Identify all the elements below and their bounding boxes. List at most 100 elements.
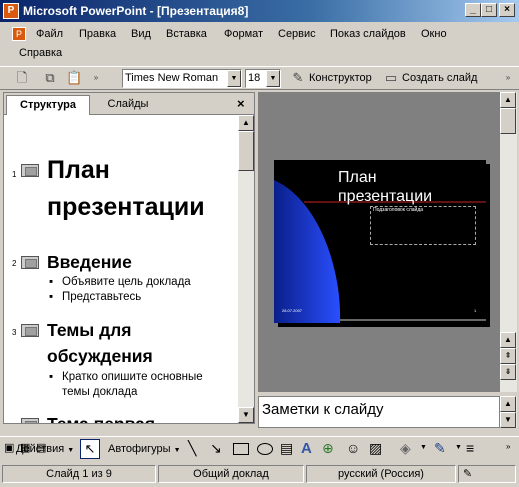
menu-view[interactable]: Вид xyxy=(131,28,151,40)
slide-scrollbar[interactable]: ▲ ▲ ⇞ ⇟ xyxy=(500,92,517,392)
insert-picture-icon[interactable]: ▨ xyxy=(369,440,382,457)
outline-bullet-continuation[interactable]: темы доклада xyxy=(62,386,137,398)
outline-title[interactable]: презентации xyxy=(47,193,205,222)
textbox-icon[interactable]: ▤ xyxy=(280,440,293,457)
menu-format[interactable]: Формат xyxy=(224,28,263,40)
menu-file[interactable]: Файл xyxy=(36,28,63,40)
scroll-down-icon[interactable]: ▼ xyxy=(238,407,254,423)
outline-title[interactable]: Темы для xyxy=(47,320,132,341)
more-buttons-icon[interactable]: » xyxy=(88,70,104,86)
slide-icon[interactable] xyxy=(21,324,39,337)
minimize-button[interactable]: _ xyxy=(465,3,481,17)
outline-pane: Структура Слайды × 1 План презентации 2 … xyxy=(3,92,255,424)
menu-bar: P Файл Правка Вид Вставка Формат Сервис … xyxy=(0,22,519,66)
toolbar: 🗋 ⧉ 📋 » Times New Roman ▼ 18 ▼ ✎ Констру… xyxy=(0,66,519,90)
status-bar: Слайд 1 из 9 Общий доклад русский (Росси… xyxy=(0,462,519,487)
wordart-icon[interactable]: A xyxy=(301,440,312,457)
status-language[interactable]: русский (Россия) xyxy=(306,465,456,483)
select-pointer-icon[interactable]: ↖ xyxy=(80,439,100,459)
close-button[interactable]: × xyxy=(499,3,515,17)
new-document-icon[interactable]: 🗋 xyxy=(14,70,30,86)
status-slide-number: Слайд 1 из 9 xyxy=(2,465,156,483)
new-slide-icon[interactable]: ▭ xyxy=(383,70,399,86)
designer-button[interactable]: Конструктор xyxy=(309,72,372,84)
slide-title[interactable]: План презентации xyxy=(338,168,432,206)
pane-tabs: Структура Слайды × xyxy=(4,93,254,115)
subtitle-placeholder-text: Подзаголовок слайда xyxy=(373,207,424,213)
notes-pane[interactable]: Заметки к слайду xyxy=(258,396,500,428)
scroll-up-icon[interactable]: ▲ xyxy=(500,92,516,108)
slide-gradient-shape xyxy=(274,180,341,323)
outline-scrollbar[interactable]: ▲ ▼ xyxy=(238,115,254,423)
spelling-status-icon[interactable]: ✎ xyxy=(458,465,516,483)
outline-title[interactable]: План xyxy=(47,156,110,185)
chevron-down-icon[interactable]: ▼ xyxy=(266,70,280,87)
slide-footer-number: 1 xyxy=(474,308,477,313)
designer-icon[interactable]: ✎ xyxy=(290,70,306,86)
menu-edit[interactable]: Правка xyxy=(79,28,116,40)
arrow-icon[interactable]: ↘ xyxy=(210,440,222,457)
slide-title-line: презентации xyxy=(338,188,433,205)
slide-icon[interactable] xyxy=(21,164,39,177)
scroll-down-icon[interactable]: ▼ xyxy=(500,412,516,428)
toolbar-options-icon[interactable]: » xyxy=(506,442,510,451)
new-slide-button[interactable]: Создать слайд xyxy=(402,72,477,84)
scroll-up-icon[interactable]: ▲ xyxy=(500,396,516,412)
slide-icon[interactable] xyxy=(21,418,39,423)
font-size-value: 18 xyxy=(248,72,261,84)
font-name-select[interactable]: Times New Roman ▼ xyxy=(122,69,242,88)
paste-icon[interactable]: 📋 xyxy=(66,70,82,86)
clipart-icon[interactable]: ☺ xyxy=(346,440,360,456)
rectangle-icon[interactable] xyxy=(233,443,249,455)
autoshapes-menu[interactable]: Автофигуры ▼ xyxy=(108,443,181,455)
fill-color-icon[interactable]: ◈ xyxy=(400,440,411,457)
outline-content[interactable]: 1 План презентации 2 Введение Объявите ц… xyxy=(4,115,238,423)
line-color-icon[interactable]: ✎ xyxy=(434,440,446,457)
next-slide-icon[interactable]: ⇟ xyxy=(500,364,516,380)
drawing-toolbar: ▣ ▦ ▤ Действия ▼ ↖ Автофигуры ▼ ╲ ↘ ▤ A … xyxy=(0,436,519,461)
outline-title[interactable]: Тема первая xyxy=(47,414,155,423)
scroll-thumb[interactable] xyxy=(238,131,254,171)
slide-title-line: План xyxy=(338,169,377,186)
diagram-icon[interactable]: ⊕ xyxy=(322,440,334,457)
actions-menu[interactable]: Действия ▼ xyxy=(16,443,74,455)
slide-number: 2 xyxy=(12,259,17,268)
notes-scrollbar[interactable]: ▲ ▼ xyxy=(500,396,517,428)
menu-insert[interactable]: Вставка xyxy=(166,28,207,40)
tab-slides[interactable]: Слайды xyxy=(92,95,164,115)
close-icon[interactable]: × xyxy=(237,96,245,111)
subtitle-placeholder[interactable]: Подзаголовок слайда xyxy=(370,206,476,245)
scroll-thumb[interactable] xyxy=(500,108,516,134)
view-buttons xyxy=(3,425,255,435)
copy-icon[interactable]: ⧉ xyxy=(42,70,58,86)
outline-title[interactable]: Введение xyxy=(47,252,132,273)
outline-bullet[interactable]: Представьтесь xyxy=(49,291,141,303)
slide-icon[interactable] xyxy=(21,256,39,269)
tab-outline[interactable]: Структура xyxy=(6,95,90,115)
menu-help[interactable]: Справка xyxy=(19,47,62,59)
document-icon[interactable]: P xyxy=(12,27,26,41)
status-design-template: Общий доклад xyxy=(158,465,304,483)
chevron-down-icon[interactable]: ▼ xyxy=(227,70,241,87)
notes-placeholder: Заметки к слайду xyxy=(262,401,384,418)
oval-icon[interactable] xyxy=(257,443,273,455)
outline-title[interactable]: обсуждения xyxy=(47,346,153,367)
previous-slide-icon[interactable]: ⇞ xyxy=(500,348,516,364)
line-icon[interactable]: ╲ xyxy=(188,440,196,457)
line-style-icon[interactable]: ≡ xyxy=(466,440,474,456)
menu-window[interactable]: Окно xyxy=(421,28,447,40)
menu-slideshow[interactable]: Показ слайдов xyxy=(330,28,406,40)
slide-canvas[interactable]: План презентации Подзаголовок слайда 28.… xyxy=(274,160,486,323)
chevron-down-icon[interactable]: ▼ xyxy=(420,444,427,451)
menu-tools[interactable]: Сервис xyxy=(278,28,316,40)
scroll-up-icon[interactable]: ▲ xyxy=(238,115,254,131)
font-size-select[interactable]: 18 ▼ xyxy=(245,69,281,88)
toolbar-options-icon[interactable]: » xyxy=(500,70,516,86)
powerpoint-app-icon[interactable]: P xyxy=(3,3,19,19)
outline-bullet[interactable]: Объявите цель доклада xyxy=(49,276,191,288)
outline-bullet[interactable]: Кратко опишите основные xyxy=(49,371,203,383)
chevron-down-icon[interactable]: ▼ xyxy=(455,444,462,451)
scroll-up-icon[interactable]: ▲ xyxy=(500,332,516,348)
normal-view-icon[interactable]: ▣ xyxy=(4,441,14,454)
maximize-button[interactable]: □ xyxy=(481,3,497,17)
